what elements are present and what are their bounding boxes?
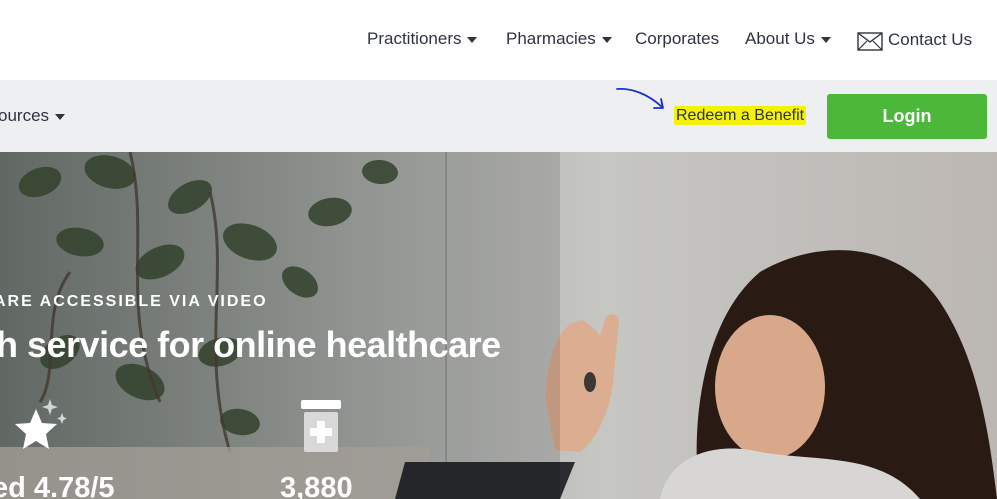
rating-stat: ed 4.78/5 xyxy=(0,472,115,499)
redeem-label: Redeem a Benefit xyxy=(674,106,807,125)
top-nav: Practitioners Pharmacies Corporates Abou… xyxy=(0,0,997,80)
nav-label: Corporates xyxy=(635,29,720,48)
nav-item-practitioners[interactable]: Practitioners xyxy=(367,29,478,49)
nav-label: ources xyxy=(0,106,50,125)
caret-down-icon xyxy=(467,37,478,43)
hero-banner: ARE ACCESSIBLE VIA VIDEO h service for o… xyxy=(0,152,997,499)
caret-down-icon xyxy=(820,37,831,43)
nav-item-about-us[interactable]: About Us xyxy=(745,29,831,49)
mail-icon xyxy=(857,32,883,51)
nav-item-contact-us[interactable]: Contact Us xyxy=(857,29,972,51)
annotation-arrow-icon xyxy=(616,88,664,109)
nav-label: Pharmacies xyxy=(506,29,596,48)
hero-kicker: ARE ACCESSIBLE VIA VIDEO xyxy=(0,293,268,310)
hero-headline: h service for online healthcare xyxy=(0,324,501,365)
redeem-benefit-link[interactable]: Redeem a Benefit xyxy=(674,106,807,125)
nav-label: Contact Us xyxy=(888,30,973,49)
nav-item-corporates[interactable]: Corporates xyxy=(635,29,719,49)
caret-down-icon xyxy=(55,114,66,120)
nav-item-resources[interactable]: ources xyxy=(0,106,66,126)
nav-item-pharmacies[interactable]: Pharmacies xyxy=(506,29,612,49)
medicine-bottle-icon xyxy=(301,400,341,452)
nav-label: Practitioners xyxy=(367,29,462,48)
star-icon xyxy=(15,399,67,449)
sub-nav: ources Redeem a Benefit Login xyxy=(0,80,997,152)
login-button[interactable]: Login xyxy=(827,94,987,139)
caret-down-icon xyxy=(601,37,612,43)
count-stat: 3,880 xyxy=(280,472,353,499)
nav-label: About Us xyxy=(745,29,815,48)
